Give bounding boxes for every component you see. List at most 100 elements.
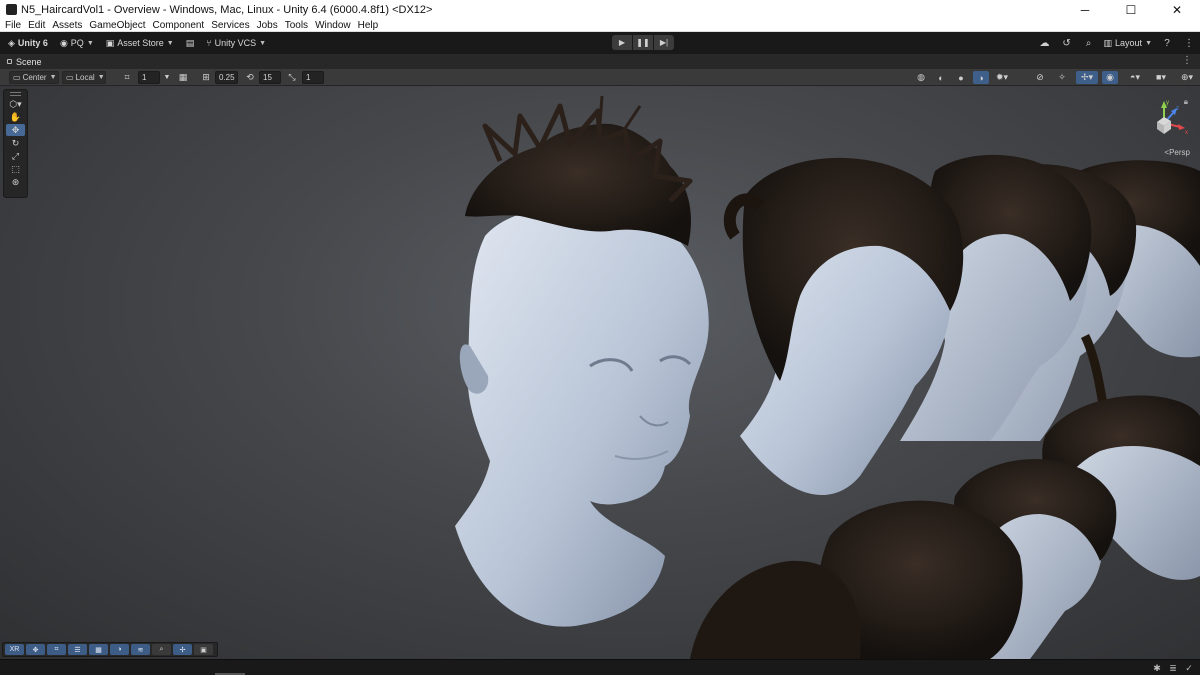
menu-component[interactable]: Component xyxy=(153,20,205,31)
pivot-icon: ▭ xyxy=(13,73,21,82)
tool-rect[interactable]: ⬚ xyxy=(6,163,25,175)
menu-gameobject[interactable]: GameObject xyxy=(89,20,145,31)
scene-tab-bar: Scene ⋮ xyxy=(0,54,1200,69)
unlit-button[interactable]: ● xyxy=(953,71,969,84)
asset-store-dropdown[interactable]: ▣ Asset Store ▼ xyxy=(102,35,178,51)
xr-button[interactable]: XR xyxy=(5,644,24,655)
close-button[interactable]: ✕ xyxy=(1154,0,1200,19)
align-overlay-button[interactable]: ☰ xyxy=(68,644,87,655)
tool-orientation-dropdown[interactable]: ⬡▾ xyxy=(6,98,25,110)
unity-label: Unity 6 xyxy=(17,38,48,48)
menu-edit[interactable]: Edit xyxy=(28,20,45,31)
scene-viewport[interactable] xyxy=(0,86,1200,659)
shaded-button[interactable]: ◑ xyxy=(973,71,989,84)
camera-overlay-button[interactable]: ▣ xyxy=(194,644,213,655)
main-toolbar-right: ☁ ↺ ⌕ ▥ Layout ▼ ? ⋮ xyxy=(1034,32,1200,54)
head-main-mohawk xyxy=(455,95,709,627)
search-icon: ⌕ xyxy=(1085,37,1092,49)
overlay-menu-dropdown[interactable]: ⊕▾ xyxy=(1176,71,1198,84)
account-label: PQ xyxy=(70,38,84,48)
tool-move[interactable]: ✥ xyxy=(6,124,25,136)
scene-visibility-button[interactable]: ◉ xyxy=(1102,71,1118,84)
minimize-button[interactable]: ─ xyxy=(1062,0,1108,19)
light-icon: ✹▾ xyxy=(995,72,1009,82)
pivot-mode-dropdown[interactable]: ▭ Center ▼ xyxy=(9,71,59,84)
tool-rotate[interactable]: ↻ xyxy=(6,137,25,149)
grid-overlay-button[interactable]: ▦ xyxy=(89,644,108,655)
step-button[interactable]: ▶| xyxy=(654,35,674,50)
scale-snap-field[interactable]: 1 xyxy=(302,71,324,84)
grid-snap-dropdown[interactable]: ▼ xyxy=(159,71,175,84)
console-button[interactable]: ≣ xyxy=(1166,662,1180,674)
tool-hand[interactable]: ✋ xyxy=(6,111,25,123)
increment-snap-button[interactable]: ⊞ xyxy=(198,71,214,84)
more-menu-button[interactable]: ⋮ xyxy=(1178,35,1200,51)
effects-toggle-button[interactable]: ✧ xyxy=(1054,71,1070,84)
play-button[interactable]: ▶ xyxy=(612,35,632,50)
move-icon: ✥ xyxy=(32,646,39,654)
unity-menu-button[interactable]: ◈ Unity 6 xyxy=(4,35,52,51)
shading-overlay-button[interactable]: ◑ xyxy=(110,644,129,655)
layout-dropdown[interactable]: ▥ Layout ▼ xyxy=(1100,35,1156,51)
search-overlay-button[interactable]: ⌕ xyxy=(152,644,171,655)
orientation-gizmo[interactable]: y x z xyxy=(1144,98,1194,148)
shaded-wire-button[interactable]: ◐ xyxy=(933,71,949,84)
scale-snap-button[interactable]: ⤡ xyxy=(284,71,300,84)
tab-menu-icon[interactable]: ⋮ xyxy=(1182,55,1192,66)
2d-toggle-button[interactable]: ⊘ xyxy=(1032,71,1048,84)
grid-snap-field[interactable]: 1 xyxy=(138,71,160,84)
menu-services[interactable]: Services xyxy=(211,20,249,31)
gizmos-dropdown[interactable]: ◓▾ xyxy=(1124,71,1146,84)
snap-overlay-button[interactable]: ⌗ xyxy=(47,644,66,655)
menu-help[interactable]: Help xyxy=(358,20,379,31)
scene-camera-dropdown[interactable]: ✢▾ xyxy=(1076,71,1098,84)
grid-icon: ▦ xyxy=(178,72,188,82)
chevron-down-icon: ▼ xyxy=(86,39,94,47)
cube-icon: ⬡▾ xyxy=(9,98,22,109)
history-button[interactable]: ↺ xyxy=(1056,35,1078,51)
projection-toggle[interactable]: <Persp xyxy=(1164,148,1190,157)
align-icon: ☰ xyxy=(74,646,81,654)
menu-file[interactable]: File xyxy=(5,20,21,31)
maximize-button[interactable]: ☐ xyxy=(1108,0,1154,19)
layers-overlay-button[interactable]: ≋ xyxy=(131,644,150,655)
pause-button[interactable]: ❚❚ xyxy=(633,35,653,50)
camera-settings-icon: ✢▾ xyxy=(1080,72,1094,82)
search-button[interactable]: ⌕ xyxy=(1078,35,1100,51)
transform-overlay-button[interactable]: ✢ xyxy=(173,644,192,655)
menu-jobs[interactable]: Jobs xyxy=(257,20,278,31)
increment-snap-icon: ⊞ xyxy=(202,72,210,82)
increment-snap-field[interactable]: 0.25 xyxy=(215,71,238,84)
rotate-snap-button[interactable]: ⟲ xyxy=(242,71,258,84)
lighting-dropdown[interactable]: ✹▾ xyxy=(994,71,1010,84)
rotate-snap-field[interactable]: 15 xyxy=(259,71,281,84)
menu-window[interactable]: Window xyxy=(315,20,351,31)
draw-mode-button[interactable]: ◍ xyxy=(913,71,929,84)
gizmo-z-label: z xyxy=(1176,106,1179,112)
grid-snap-button[interactable]: ⌗ xyxy=(119,71,135,84)
overlay-grip[interactable] xyxy=(10,92,21,96)
pivot-space-dropdown[interactable]: ▭ Local ▼ xyxy=(62,71,106,84)
help-button[interactable]: ? xyxy=(1156,35,1178,51)
move-overlay-button[interactable]: ✥ xyxy=(26,644,45,655)
account-dropdown[interactable]: ◉ PQ ▼ xyxy=(56,35,98,51)
render-mode-dropdown[interactable]: ■▾ xyxy=(1150,71,1172,84)
search-icon: ⌕ xyxy=(159,645,164,653)
local-icon: ▭ xyxy=(66,73,74,82)
status-check-button[interactable]: ✓ xyxy=(1182,662,1196,674)
tool-scale[interactable]: ⤢ xyxy=(6,150,25,162)
snap-icon: ⌗ xyxy=(54,645,59,653)
cloud-button[interactable]: ☁ xyxy=(1034,35,1056,51)
tool-transform[interactable]: ⊛ xyxy=(6,176,25,188)
help-icon: ? xyxy=(1164,37,1170,49)
tab-scene[interactable]: Scene xyxy=(0,57,42,67)
chevron-down-icon: ▼ xyxy=(259,39,267,47)
debug-button[interactable]: ✱ xyxy=(1150,662,1164,674)
scale-icon: ⤢ xyxy=(11,150,20,161)
grid-icon: ▦ xyxy=(95,646,102,654)
vcs-dropdown[interactable]: ⑂ Unity VCS ▼ xyxy=(202,35,270,51)
grid-visibility-button[interactable]: ▦ xyxy=(175,71,191,84)
package-icon-button[interactable]: ▤ xyxy=(182,35,199,51)
menu-tools[interactable]: Tools xyxy=(285,20,308,31)
menu-assets[interactable]: Assets xyxy=(52,20,82,31)
